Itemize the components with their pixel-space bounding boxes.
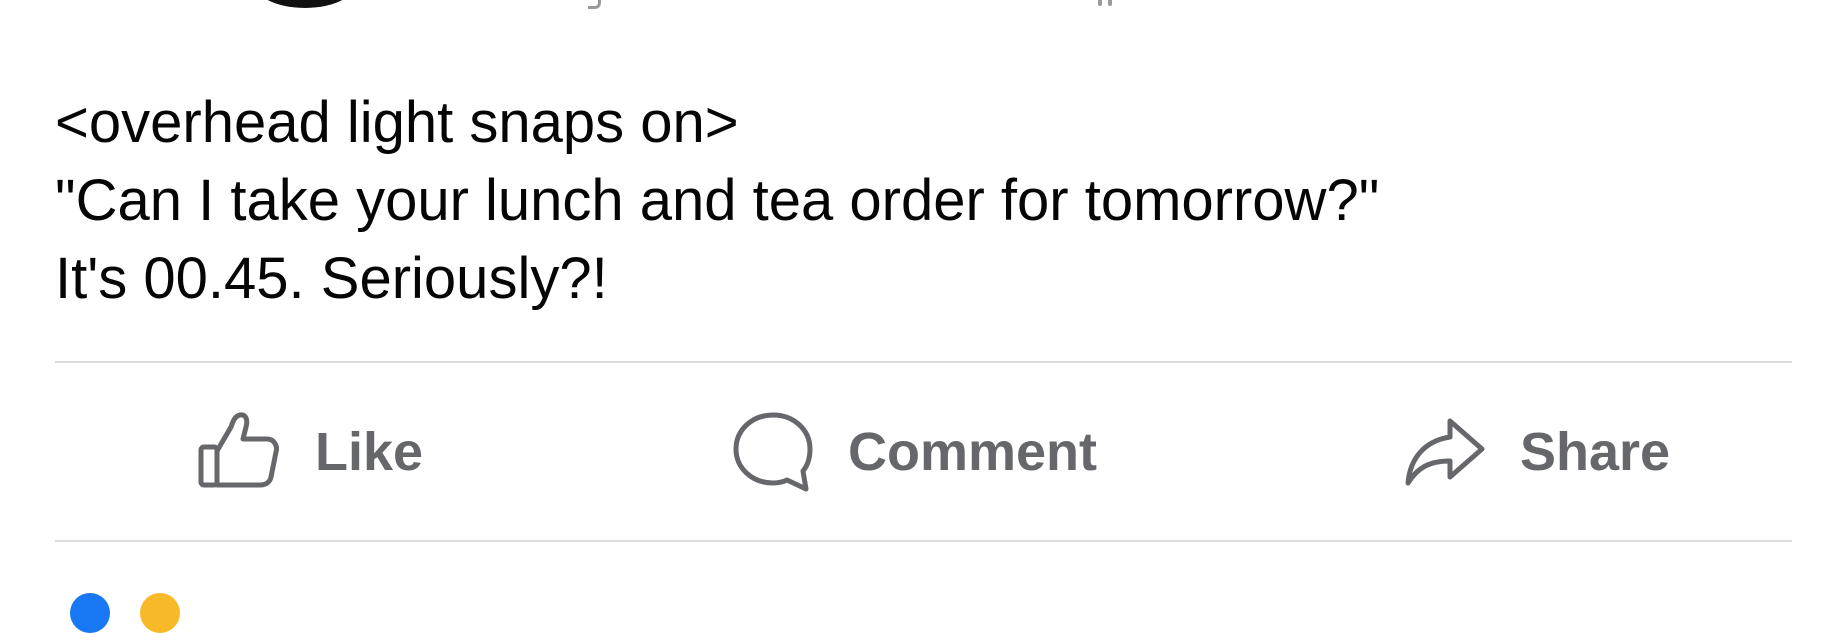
like-reaction-icon[interactable] <box>70 593 110 633</box>
speech-bubble-icon <box>728 407 818 497</box>
post-text-line: "Can I take your lunch and tea order for… <box>55 168 1380 233</box>
like-button[interactable]: Like <box>195 363 423 540</box>
header-text-fragment <box>1098 0 1102 6</box>
post-action-bar: Like Comment Share <box>55 363 1792 540</box>
share-button[interactable]: Share <box>1400 363 1670 540</box>
thumbs-up-icon <box>195 407 285 497</box>
post-body: <overhead light snaps on> "Can I take yo… <box>55 84 1775 318</box>
post-text-line: <overhead light snaps on> <box>55 90 739 155</box>
share-label: Share <box>1520 421 1671 482</box>
share-arrow-icon <box>1400 407 1490 497</box>
avatar[interactable] <box>250 0 360 8</box>
comment-label: Comment <box>848 421 1098 482</box>
divider <box>55 540 1792 542</box>
post-text-line: It's 00.45. Seriously?! <box>55 246 608 311</box>
haha-reaction-icon[interactable] <box>140 593 180 633</box>
header-text-fragment <box>588 0 601 9</box>
like-label: Like <box>315 421 424 482</box>
header-text-fragment <box>1108 0 1112 6</box>
comment-button[interactable]: Comment <box>728 363 1097 540</box>
